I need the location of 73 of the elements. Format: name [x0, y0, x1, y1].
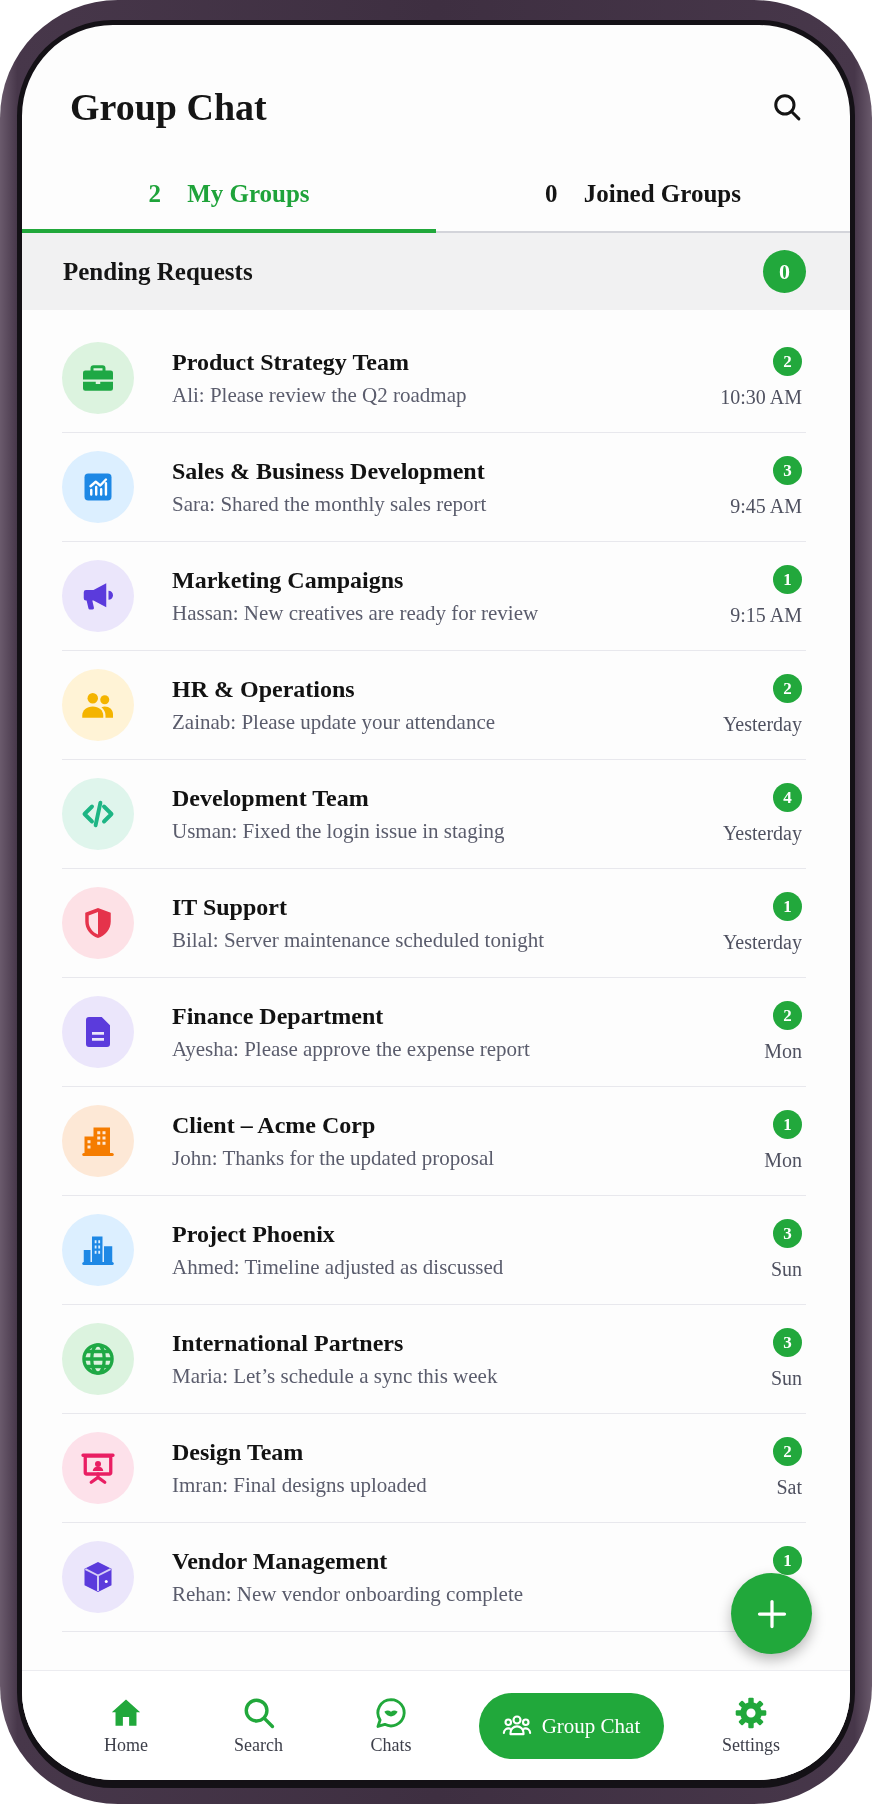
- nav-tab[interactable]: Home: [81, 1695, 171, 1756]
- last-message: Hassan: New creatives are ready for review: [172, 600, 539, 627]
- tab[interactable]: 0 Joined Groups: [436, 155, 850, 233]
- nav-tab[interactable]: Chats: [346, 1695, 436, 1756]
- group-name: Product Strategy Team: [172, 348, 409, 377]
- pending-requests-bar[interactable]: Pending Requests 0: [22, 233, 850, 310]
- group-name: Project Phoenix: [172, 1220, 335, 1249]
- bar-chart-icon: [62, 451, 134, 523]
- unread-count-badge: 4: [773, 783, 802, 812]
- unread-count-badge: 1: [773, 565, 802, 594]
- last-message: Ayesha: Please approve the expense report: [172, 1036, 530, 1063]
- message-time: Yesterday: [722, 930, 802, 954]
- nav-tab[interactable]: Settings: [706, 1695, 796, 1756]
- page-title: Group Chat: [70, 85, 267, 129]
- message-time: 10:30 AM: [720, 385, 802, 409]
- group-name: Development Team: [172, 784, 369, 813]
- group-name: Client – Acme Corp: [172, 1111, 376, 1140]
- briefcase-icon: [62, 342, 134, 414]
- last-message: Maria: Let’s schedule a sync this week: [172, 1363, 498, 1390]
- unread-count-badge: 1: [773, 1546, 802, 1575]
- shield-icon: [62, 887, 134, 959]
- unread-count-badge: 2: [773, 674, 802, 703]
- last-message: Bilal: Server maintenance scheduled tonight: [172, 927, 545, 954]
- unread-count-badge: 3: [773, 456, 802, 485]
- group-name: Sales & Business Development: [172, 457, 485, 486]
- people-icon: [62, 669, 134, 741]
- unread-count-badge: 2: [773, 1001, 802, 1030]
- megaphone-icon: [62, 560, 134, 632]
- unread-count-badge: 2: [773, 347, 802, 376]
- add-button[interactable]: [731, 1573, 812, 1654]
- group-name: Vendor Management: [172, 1547, 388, 1576]
- presentation-board-icon: [62, 1432, 134, 1504]
- message-time: 9:15 AM: [730, 603, 802, 627]
- unread-count-badge: 1: [773, 1110, 802, 1139]
- globe-icon: [62, 1323, 134, 1395]
- message-time: Sun: [770, 1366, 802, 1390]
- unread-count-badge: 3: [773, 1328, 802, 1357]
- unread-count-badge: 2: [773, 1437, 802, 1466]
- plus-icon: [756, 1598, 787, 1629]
- message-time: Yesterday: [722, 821, 802, 845]
- unread-count-badge: 1: [773, 892, 802, 921]
- message-time: Mon: [764, 1148, 802, 1172]
- message-time: Mon: [764, 1039, 802, 1063]
- group-name: Finance Department: [172, 1002, 384, 1031]
- last-message: John: Thanks for the updated proposal: [172, 1145, 495, 1172]
- search-icon[interactable]: [772, 92, 802, 122]
- office-buildings-icon: [62, 1214, 134, 1286]
- last-message: Ahmed: Timeline adjusted as discussed: [172, 1254, 504, 1281]
- group-name: HR & Operations: [172, 675, 355, 704]
- unread-count-badge: 3: [773, 1219, 802, 1248]
- last-message: Zainab: Please update your attendance: [172, 709, 496, 736]
- group-name: Marketing Campaigns: [172, 566, 404, 595]
- chat-bubble-icon: [374, 1695, 408, 1730]
- pending-count-badge: 0: [763, 250, 806, 293]
- message-time: Yesterday: [722, 712, 802, 736]
- message-time: 9:45 AM: [730, 494, 802, 518]
- building-icon: [62, 1105, 134, 1177]
- code-icon: [62, 778, 134, 850]
- document-icon: [62, 996, 134, 1068]
- group-name: Design Team: [172, 1438, 304, 1467]
- last-message: Rehan: New vendor onboarding complete: [172, 1581, 524, 1608]
- cube-icon: [62, 1541, 134, 1613]
- group-name: International Partners: [172, 1329, 404, 1358]
- message-time: Sun: [770, 1257, 802, 1281]
- last-message: Ali: Please review the Q2 roadmap: [172, 382, 467, 409]
- last-message: Imran: Final designs uploaded: [172, 1472, 427, 1499]
- last-message: Sara: Shared the monthly sales report: [172, 491, 487, 518]
- last-message: Usman: Fixed the login issue in staging: [172, 818, 505, 845]
- settings-icon: [734, 1695, 768, 1730]
- pending-requests-label: Pending Requests: [63, 256, 253, 287]
- group-name: IT Support: [172, 893, 287, 922]
- message-time: Sat: [776, 1475, 802, 1499]
- nav-tab[interactable]: Search: [213, 1695, 304, 1756]
